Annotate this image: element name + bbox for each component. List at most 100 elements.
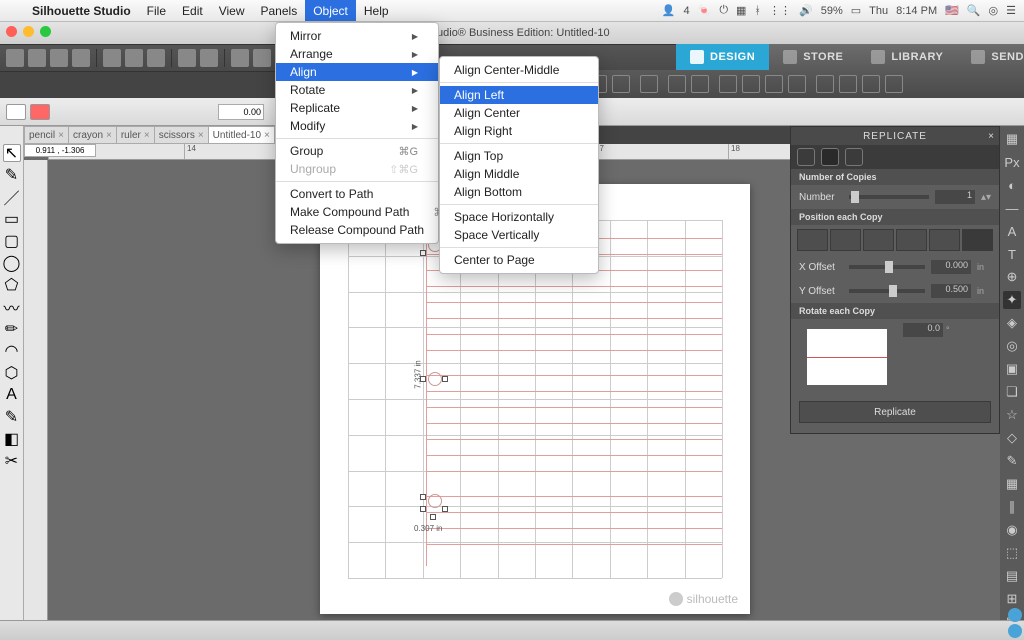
rounded-rect-tool[interactable]: ▢ bbox=[3, 232, 21, 250]
app-name[interactable]: Silhouette Studio bbox=[24, 4, 139, 18]
menu-convert-path[interactable]: Convert to Path bbox=[276, 185, 438, 203]
pixscan-icon[interactable]: Px bbox=[1003, 153, 1021, 171]
menu-edit[interactable]: Edit bbox=[174, 0, 211, 21]
draw-note-tool[interactable]: ✎ bbox=[3, 408, 21, 426]
preferences-icon[interactable] bbox=[1008, 608, 1022, 622]
replicate-panel-icon[interactable]: ✦ bbox=[1003, 291, 1021, 309]
panel-tab-object[interactable] bbox=[845, 148, 863, 166]
pos-center[interactable] bbox=[797, 229, 828, 251]
sketch-panel-icon[interactable]: ✎ bbox=[1003, 452, 1021, 470]
notification-center-icon[interactable]: ☰ bbox=[1006, 4, 1016, 17]
menu-help[interactable]: Help bbox=[356, 0, 397, 21]
line-panel-icon[interactable]: — bbox=[1003, 199, 1021, 217]
xoffset-slider[interactable] bbox=[849, 265, 925, 269]
close-tab-icon[interactable]: × bbox=[264, 130, 270, 141]
menu-make-compound[interactable]: Make Compound Path⌘E bbox=[276, 203, 438, 221]
number-slider[interactable] bbox=[849, 195, 929, 199]
shape-circle[interactable] bbox=[428, 494, 442, 508]
rect-tool[interactable]: ▭ bbox=[3, 210, 21, 228]
replicate-fill-icon[interactable] bbox=[788, 75, 806, 93]
number-value[interactable]: 1 bbox=[935, 190, 975, 204]
themes-icon[interactable] bbox=[1008, 624, 1022, 638]
tab-send[interactable]: SEND bbox=[957, 44, 1024, 70]
star-panel-icon[interactable]: ☆ bbox=[1003, 406, 1021, 424]
paste-icon[interactable] bbox=[147, 49, 165, 67]
align-bottom[interactable]: Align Bottom bbox=[440, 183, 598, 201]
replicate-grid-icon[interactable] bbox=[765, 75, 783, 93]
rotate-left-icon[interactable] bbox=[668, 75, 686, 93]
zoom-in-icon[interactable] bbox=[231, 49, 249, 67]
xoffset-value[interactable]: 0.000 bbox=[931, 260, 971, 274]
label-icon[interactable]: ⬚ bbox=[1003, 544, 1021, 562]
rotate-right-icon[interactable] bbox=[691, 75, 709, 93]
doc-tab[interactable]: scissors× bbox=[154, 126, 209, 144]
align-bottom-icon[interactable] bbox=[612, 75, 630, 93]
print-icon[interactable] bbox=[72, 49, 90, 67]
pos-right-gap[interactable] bbox=[863, 229, 894, 251]
fill-color-chip[interactable] bbox=[6, 104, 26, 120]
menu-release-compound[interactable]: Release Compound Path⇧⌘E bbox=[276, 221, 438, 239]
line-tool[interactable]: ／ bbox=[3, 188, 21, 206]
menu-rotate[interactable]: Rotate bbox=[276, 81, 438, 99]
pos-down-gap[interactable] bbox=[929, 229, 960, 251]
menu-view[interactable]: View bbox=[211, 0, 253, 21]
rotate-value[interactable]: 0.0 bbox=[903, 323, 943, 337]
panel-tab-advanced[interactable] bbox=[821, 148, 839, 166]
panel-tab-basic[interactable] bbox=[797, 148, 815, 166]
layers-panel-icon[interactable]: ❏ bbox=[1003, 383, 1021, 401]
polygon-tool[interactable]: ⬠ bbox=[3, 276, 21, 294]
emboss-icon[interactable]: ◉ bbox=[1003, 521, 1021, 539]
redo-icon[interactable] bbox=[200, 49, 218, 67]
align-top[interactable]: Align Top bbox=[440, 147, 598, 165]
replicate-col-icon[interactable] bbox=[742, 75, 760, 93]
regular-poly-tool[interactable]: ⬡ bbox=[3, 364, 21, 382]
spotlight-icon[interactable]: 🔍 bbox=[967, 4, 981, 17]
text-tool[interactable]: A bbox=[3, 386, 21, 404]
tab-library[interactable]: LIBRARY bbox=[857, 44, 957, 70]
selection-handle[interactable] bbox=[430, 514, 436, 520]
align-right[interactable]: Align Right bbox=[440, 122, 598, 140]
edit-points-tool[interactable]: ✎ bbox=[3, 166, 21, 184]
doc-tab-active[interactable]: Untitled-10× bbox=[208, 126, 275, 144]
new-file-icon[interactable] bbox=[6, 49, 24, 67]
close-tab-icon[interactable]: × bbox=[58, 130, 64, 141]
selection-handle[interactable] bbox=[420, 250, 426, 256]
menu-arrange[interactable]: Arrange bbox=[276, 45, 438, 63]
copy-icon[interactable] bbox=[125, 49, 143, 67]
replicate-row-icon[interactable] bbox=[719, 75, 737, 93]
yoffset-slider[interactable] bbox=[849, 289, 925, 293]
align-middle[interactable]: Align Middle bbox=[440, 165, 598, 183]
selection-handle[interactable] bbox=[420, 494, 426, 500]
shape-circle[interactable] bbox=[428, 372, 442, 386]
cube-icon[interactable] bbox=[862, 75, 880, 93]
transform-panel-icon[interactable]: ⊕ bbox=[1003, 268, 1021, 286]
select-tool[interactable]: ↖ bbox=[3, 144, 21, 162]
tiling-icon[interactable]: ⊞ bbox=[1003, 590, 1021, 608]
modify-panel-icon[interactable]: ◈ bbox=[1003, 314, 1021, 332]
align-center[interactable]: Align Center bbox=[440, 104, 598, 122]
ellipse-tool[interactable]: ◯ bbox=[3, 254, 21, 272]
doc-tab[interactable]: ruler× bbox=[116, 126, 155, 144]
open-file-icon[interactable] bbox=[28, 49, 46, 67]
menu-object[interactable]: Object bbox=[305, 0, 356, 21]
freehand-tool[interactable]: ✏ bbox=[3, 320, 21, 338]
doc-tab[interactable]: pencil× bbox=[24, 126, 69, 144]
undo-icon[interactable] bbox=[178, 49, 196, 67]
panel-close-icon[interactable]: × bbox=[988, 131, 995, 142]
number-stepper[interactable]: ▴▾ bbox=[981, 192, 991, 203]
center-page-icon[interactable] bbox=[640, 75, 658, 93]
knife-tool[interactable]: ✂ bbox=[3, 452, 21, 470]
zoom-out-icon[interactable] bbox=[253, 49, 271, 67]
space-horizontally[interactable]: Space Horizontally bbox=[440, 208, 598, 226]
close-tab-icon[interactable]: × bbox=[106, 130, 112, 141]
menu-file[interactable]: File bbox=[139, 0, 174, 21]
menu-align[interactable]: Align bbox=[276, 63, 438, 81]
menu-group[interactable]: Group⌘G bbox=[276, 142, 438, 160]
minimize-window[interactable] bbox=[23, 26, 34, 37]
zoom-window[interactable] bbox=[40, 26, 51, 37]
menu-modify[interactable]: Modify bbox=[276, 117, 438, 135]
selection-handle[interactable] bbox=[420, 506, 426, 512]
close-window[interactable] bbox=[6, 26, 17, 37]
eraser-tool[interactable]: ◧ bbox=[3, 430, 21, 448]
page-panel-icon[interactable]: ▦ bbox=[1003, 130, 1021, 148]
